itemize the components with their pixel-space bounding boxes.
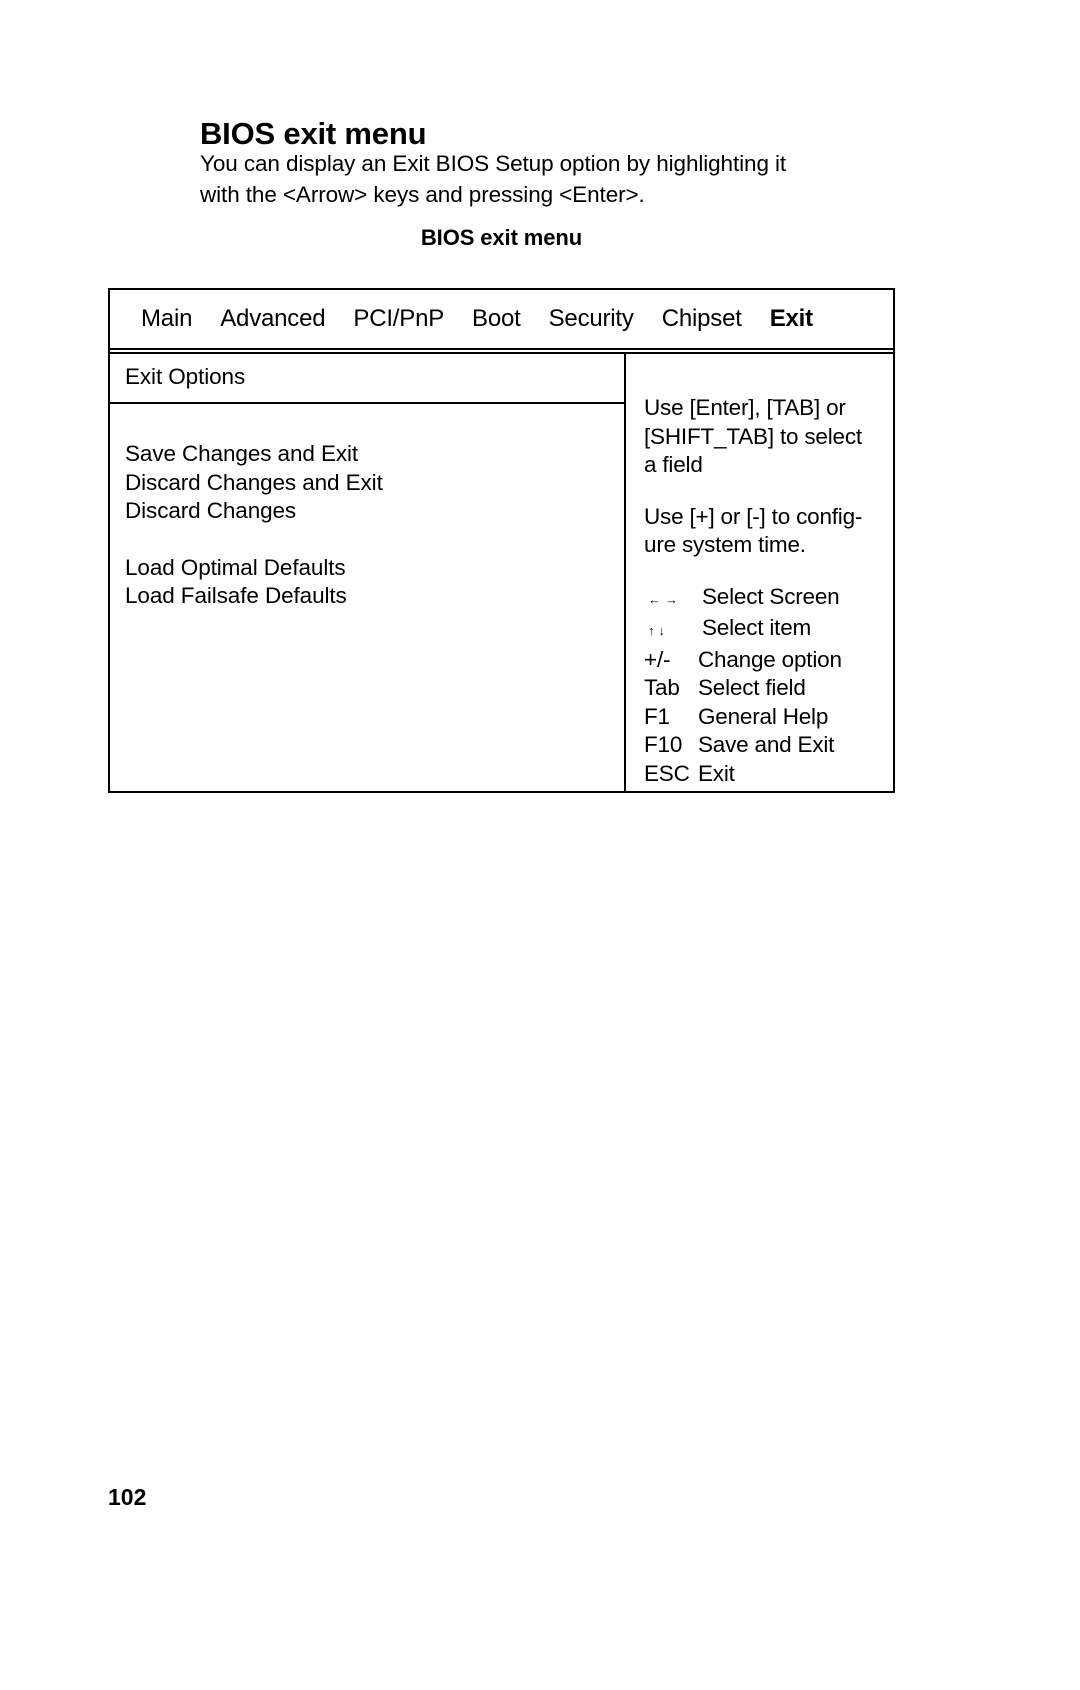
tab-chipset[interactable]: Chipset <box>662 305 742 333</box>
help-line-5: ure system time. <box>644 532 806 557</box>
key-legend-row-general-help: F1 General Help <box>644 703 893 732</box>
menu-item-save-changes-and-exit[interactable]: Save Changes and Exit <box>125 440 616 469</box>
key-legend-label-change-option: Change option <box>698 646 842 672</box>
tab-pci-pnp[interactable]: PCI/PnP <box>353 305 444 333</box>
tab-advanced[interactable]: Advanced <box>220 305 325 333</box>
key-legend-row-select-screen: ←→ Select Screen <box>644 583 893 615</box>
exit-options-pane: Exit Options Save Changes and Exit Disca… <box>110 354 624 791</box>
exit-options-header-divider <box>110 402 624 404</box>
key-legend-label-save-and-exit: Save and Exit <box>698 732 835 757</box>
help-line-4: Use [+] or [-] to config- <box>644 503 863 529</box>
menu-item-discard-changes[interactable]: Discard Changes <box>125 497 616 526</box>
key-legend-label-select-field: Select field <box>698 675 806 700</box>
key-f1: F1 <box>644 703 670 729</box>
bios-body: Exit Options Save Changes and Exit Disca… <box>110 354 893 791</box>
key-plus-minus: +/- <box>644 646 671 672</box>
key-legend-row-select-field: Tab Select field <box>644 674 893 703</box>
help-text-system-time: Use [+] or [-] to config- ure system tim… <box>644 503 893 560</box>
intro-paragraph: You can display an Exit BIOS Setup optio… <box>200 148 900 210</box>
help-line-1: Use [Enter], [TAB] or <box>644 395 846 420</box>
exit-options-list: Save Changes and Exit Discard Changes an… <box>125 440 616 611</box>
bios-setup-screen: Main Advanced PCI/PnP Boot Security Chip… <box>108 288 895 793</box>
tab-boot[interactable]: Boot <box>472 305 521 333</box>
document-page: BIOS exit menu You can display an Exit B… <box>0 0 1080 1690</box>
page-title: BIOS exit menu <box>200 115 427 151</box>
help-line-2: [SHIFT_TAB] to select <box>644 423 862 449</box>
help-line-3: a field <box>644 452 703 477</box>
key-legend-row-change-option: +/- Change option <box>644 646 893 675</box>
menu-item-discard-changes-and-exit[interactable]: Discard Changes and Exit <box>125 469 616 498</box>
help-text-field-selection: Use [Enter], [TAB] or [SHIFT_TAB] to sel… <box>644 394 893 480</box>
tabbar-divider-line-top <box>110 348 893 350</box>
tab-main[interactable]: Main <box>141 305 192 333</box>
key-tab: Tab <box>644 675 680 700</box>
key-f10: F10 <box>644 732 683 757</box>
figure-caption: BIOS exit menu <box>420 225 583 250</box>
intro-line-1: You can display an Exit BIOS Setup optio… <box>200 151 787 176</box>
key-legend-row-exit: ESC Exit <box>644 760 893 789</box>
key-legend-label-select-item: Select item <box>702 615 812 640</box>
page-number: 102 <box>108 1484 147 1510</box>
key-legend-row-select-item: ↑↓ Select item <box>644 614 893 646</box>
key-legend-row-save-and-exit: F10 Save and Exit <box>644 731 893 760</box>
arrow-up-down-icon: ↑↓ <box>648 623 669 638</box>
key-legend-label-exit: Exit <box>698 760 735 786</box>
key-legend: ←→ Select Screen ↑↓ Select item +/- Chan… <box>644 583 893 789</box>
menu-group-spacer <box>125 526 616 554</box>
key-legend-label-general-help: General Help <box>698 703 829 729</box>
tab-exit[interactable]: Exit <box>770 305 813 333</box>
exit-options-header: Exit Options <box>125 364 246 389</box>
menu-item-load-optimal-defaults[interactable]: Load Optimal Defaults <box>125 554 616 583</box>
bios-menu-tabbar: Main Advanced PCI/PnP Boot Security Chip… <box>110 290 893 348</box>
arrow-left-right-icon: ←→ <box>648 591 682 607</box>
help-pane: Use [Enter], [TAB] or [SHIFT_TAB] to sel… <box>626 354 893 791</box>
key-legend-label-select-screen: Select Screen <box>702 583 840 609</box>
intro-line-2: with the <Arrow> keys and pressing <Ente… <box>200 182 645 207</box>
tab-security[interactable]: Security <box>549 305 634 333</box>
key-esc: ESC <box>644 760 690 786</box>
menu-item-load-failsafe-defaults[interactable]: Load Failsafe Defaults <box>125 582 616 611</box>
